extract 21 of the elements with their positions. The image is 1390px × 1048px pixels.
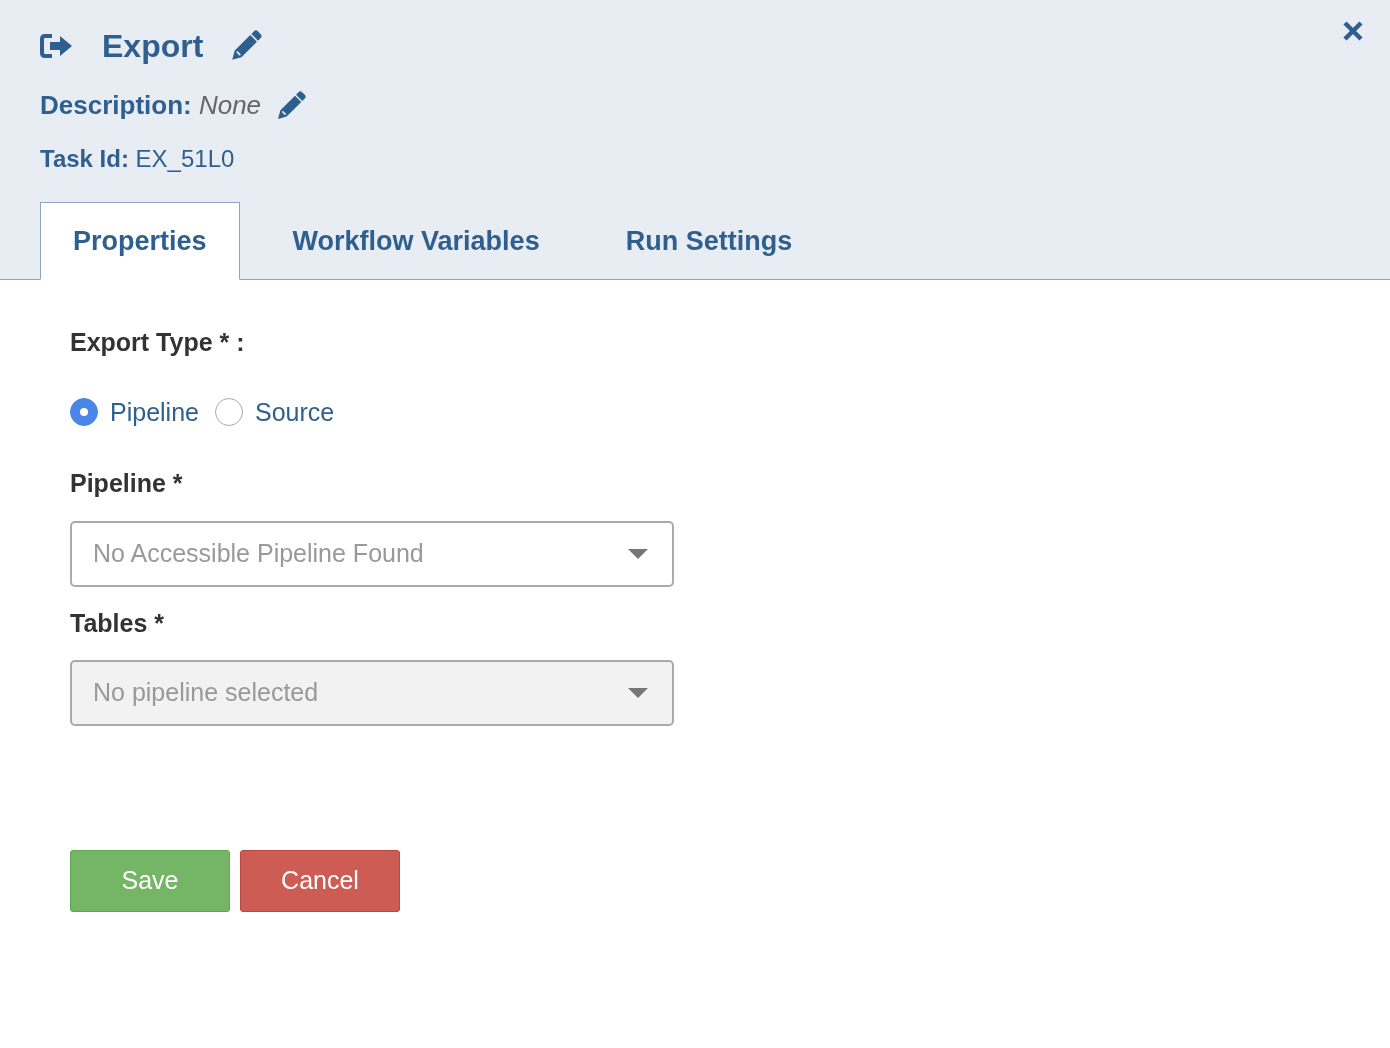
description-text: Description: None — [40, 89, 262, 122]
tab[interactable]: Workflow Variables — [259, 201, 573, 280]
radio-option[interactable]: Source — [214, 393, 335, 431]
radio-option[interactable]: Pipeline — [70, 393, 199, 431]
export-icon — [40, 33, 74, 59]
edit-icon[interactable] — [275, 89, 308, 122]
dropdown[interactable]: No Accessible Pipeline Found — [70, 520, 674, 587]
form-label: Pipeline * — [70, 468, 184, 499]
task-id-text: Task Id: EX_51L0 — [40, 145, 235, 172]
tab[interactable]: Run Settings — [592, 201, 826, 280]
dropdown: No pipeline selected — [70, 660, 674, 726]
caret-icon — [628, 688, 648, 698]
radio-button[interactable] — [214, 398, 243, 427]
tab[interactable]: Properties — [40, 201, 240, 280]
form-label: Export Type * : — [70, 327, 246, 358]
form-label: Tables * — [70, 607, 166, 639]
cancel-button[interactable]: Cancel — [240, 850, 400, 912]
dialog-title: Export — [102, 27, 204, 66]
edit-icon[interactable] — [229, 29, 264, 63]
radio-button[interactable] — [70, 398, 98, 427]
caret-icon — [628, 548, 648, 559]
